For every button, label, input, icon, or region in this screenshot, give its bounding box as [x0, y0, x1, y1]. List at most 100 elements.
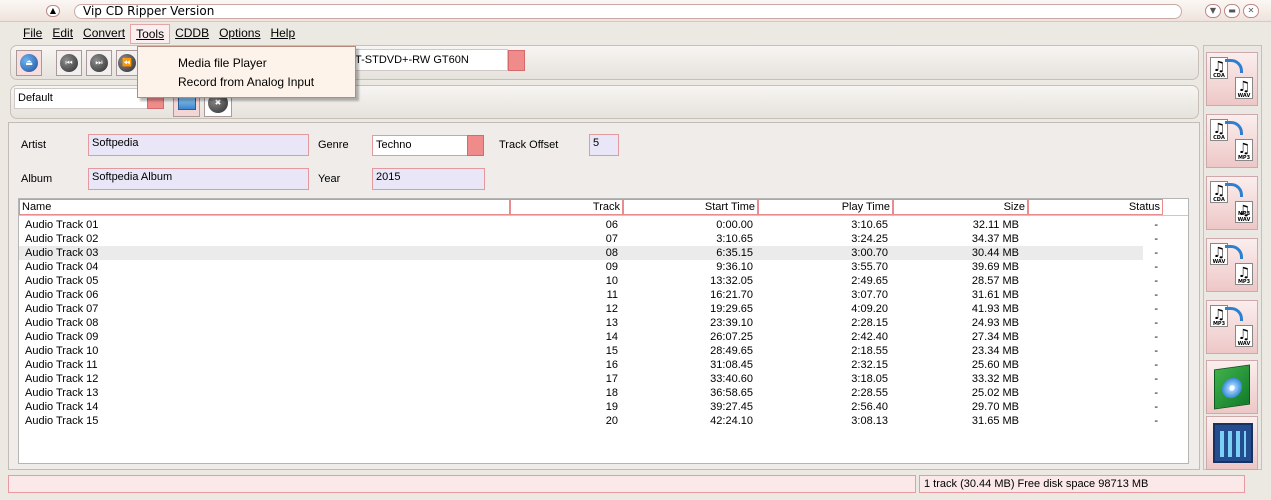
- table-row[interactable]: Audio Track 02 07 3:10.65 3:24.25 34.37 MB -: [19, 232, 1158, 246]
- convert-arrow-icon: [1225, 183, 1243, 197]
- cell-play-time: 3:24.25: [851, 233, 888, 245]
- minimize-button[interactable]: ▬: [1224, 4, 1240, 18]
- cell-size: 29.70 MB: [971, 401, 1019, 413]
- menu-item-record-analog-input[interactable]: Record from Analog Input: [138, 73, 355, 92]
- table-row[interactable]: Audio Track 09 14 26:07.25 2:42.40 27.34 MB -: [19, 330, 1158, 344]
- convert-cda-to-mp3-button[interactable]: ♫ CDA ♫ MP3: [1206, 114, 1258, 168]
- menu-edit[interactable]: Edit: [47, 24, 78, 44]
- table-row[interactable]: Audio Track 10 15 28:49.65 2:18.55 23.34 MB -: [19, 344, 1158, 358]
- table-row[interactable]: Audio Track 03 08 6:35.15 3:00.70 30.44 MB -: [19, 246, 1158, 260]
- cell-play-time: 3:00.70: [851, 247, 888, 259]
- convert-arrow-icon: [1225, 59, 1243, 73]
- menu-file[interactable]: File: [18, 24, 47, 44]
- convert-cda-to-wav-button[interactable]: ♫ CDA ♫ WAV: [1206, 52, 1258, 106]
- cell-size: 27.34 MB: [971, 331, 1019, 343]
- cell-size: 39.69 MB: [971, 261, 1019, 273]
- title-bar[interactable]: ▲ Vip CD Ripper Version ▼ ▬ ✕: [0, 0, 1271, 22]
- menu-cddb[interactable]: CDDB: [170, 24, 214, 44]
- table-row[interactable]: Audio Track 01 06 0:00.00 3:10.65 32.11 MB -: [19, 218, 1158, 232]
- cell-status: -: [1154, 317, 1158, 329]
- table-row[interactable]: Audio Track 13 18 36:58.65 2:28.55 25.02 MB -: [19, 386, 1158, 400]
- table-row[interactable]: Audio Track 11 16 31:08.45 2:32.15 25.60 MB -: [19, 358, 1158, 372]
- system-menu-icon[interactable]: ▲: [46, 5, 60, 17]
- cell-track: 14: [605, 331, 618, 343]
- cell-status: -: [1154, 331, 1158, 343]
- table-row[interactable]: Audio Track 12 17 33:40.60 3:18.05 33.32 MB -: [19, 372, 1158, 386]
- convert-mp3-to-wav-button[interactable]: ♫ MP3 ♫ WAV: [1206, 300, 1258, 354]
- track-list[interactable]: Name Track Start Time Play Time Size Sta…: [18, 198, 1189, 464]
- cd-case-icon: [1214, 364, 1250, 410]
- year-field[interactable]: 2015: [372, 168, 485, 190]
- cell-track: 06: [605, 219, 618, 231]
- convert-wav-to-mp3-button[interactable]: ♫ WAV ♫ MP3: [1206, 238, 1258, 292]
- cell-status: -: [1154, 401, 1158, 413]
- skip-forward-icon: ⏭: [90, 54, 108, 72]
- column-size[interactable]: Size: [893, 199, 1028, 215]
- cell-start-time: 31:08.45: [710, 359, 753, 371]
- cell-status: -: [1154, 261, 1158, 273]
- column-track[interactable]: Track: [510, 199, 623, 215]
- cell-size: 33.32 MB: [971, 373, 1019, 385]
- cell-name: Audio Track 04: [25, 261, 99, 273]
- format-to-label: MP3: [1237, 155, 1251, 161]
- cell-track: 18: [605, 387, 618, 399]
- cell-start-time: 28:49.65: [710, 345, 753, 357]
- cell-track: 09: [605, 261, 618, 273]
- cell-size: 28.57 MB: [971, 275, 1019, 287]
- format-from-label: WAV: [1212, 259, 1226, 265]
- cell-name: Audio Track 06: [25, 289, 99, 301]
- rewind-button[interactable]: ⏪: [116, 50, 138, 76]
- cell-status: -: [1154, 289, 1158, 301]
- album-field[interactable]: Softpedia Album: [88, 168, 309, 190]
- column-play-time[interactable]: Play Time: [758, 199, 893, 215]
- table-row[interactable]: Audio Track 15 20 42:24.10 3:08.13 31.65 MB -: [19, 414, 1158, 428]
- table-row[interactable]: Audio Track 08 13 23:39.10 2:28.15 24.93 MB -: [19, 316, 1158, 330]
- eject-button[interactable]: ⏏: [16, 50, 42, 76]
- convert-cda-to-mp3-wav-button[interactable]: ♫ CDA ♫ MP3 WAV: [1206, 176, 1258, 230]
- track-offset-label: Track Offset: [499, 139, 559, 151]
- column-status[interactable]: Status: [1028, 199, 1163, 215]
- cell-track: 16: [605, 359, 618, 371]
- cell-status: -: [1154, 247, 1158, 259]
- mixer-button[interactable]: [1206, 416, 1258, 470]
- format-from-label: CDA: [1213, 135, 1225, 141]
- first-track-button[interactable]: ⏮: [56, 50, 82, 76]
- column-start-time[interactable]: Start Time: [623, 199, 758, 215]
- format-from-label: MP3: [1212, 321, 1226, 327]
- cell-name: Audio Track 03: [25, 247, 99, 259]
- genre-select[interactable]: Techno: [372, 135, 468, 156]
- table-row[interactable]: Audio Track 14 19 39:27.45 2:56.40 29.70 MB -: [19, 400, 1158, 414]
- cell-play-time: 3:07.70: [851, 289, 888, 301]
- genre-dropdown-button[interactable]: [467, 135, 484, 156]
- preset-select[interactable]: Default: [14, 88, 149, 109]
- table-row[interactable]: Audio Track 07 12 19:29.65 4:09.20 41.93 MB -: [19, 302, 1158, 316]
- next-track-button[interactable]: ⏭: [86, 50, 112, 76]
- track-offset-field[interactable]: 5: [589, 134, 619, 156]
- cell-size: 31.65 MB: [971, 415, 1019, 427]
- table-row[interactable]: Audio Track 04 09 9:36.10 3:55.70 39.69 MB -: [19, 260, 1158, 274]
- menu-item-media-file-player[interactable]: Media file Player: [138, 54, 355, 73]
- table-row[interactable]: Audio Track 05 10 13:32.05 2:49.65 28.57 MB -: [19, 274, 1158, 288]
- cell-start-time: 23:39.10: [710, 317, 753, 329]
- format-from-label: CDA: [1213, 73, 1225, 79]
- cell-start-time: 36:58.65: [710, 387, 753, 399]
- cell-track: 11: [606, 289, 618, 301]
- menu-options[interactable]: Options: [214, 24, 265, 44]
- close-button[interactable]: ✕: [1243, 4, 1259, 18]
- drive-dropdown-button[interactable]: [508, 50, 525, 71]
- column-name[interactable]: Name: [19, 199, 510, 215]
- menu-convert[interactable]: Convert: [78, 24, 130, 44]
- window-title: Vip CD Ripper Version: [74, 4, 1182, 19]
- dropdown-icon[interactable]: ▼: [1205, 4, 1221, 18]
- menu-tools[interactable]: Tools: [130, 24, 171, 44]
- skip-back-icon: ⏮: [60, 54, 78, 72]
- table-row[interactable]: Audio Track 06 11 16:21.70 3:07.70 31.61 MB -: [19, 288, 1158, 302]
- artist-field[interactable]: Softpedia: [88, 134, 309, 156]
- cell-play-time: 3:08.13: [851, 415, 888, 427]
- cell-size: 24.93 MB: [971, 317, 1019, 329]
- burn-cd-button[interactable]: [1206, 360, 1258, 414]
- menu-help[interactable]: Help: [265, 24, 300, 44]
- cell-size: 31.61 MB: [971, 289, 1019, 301]
- cell-size: 23.34 MB: [971, 345, 1019, 357]
- drive-select[interactable]: T-STDVD+-RW GT60N: [348, 49, 508, 71]
